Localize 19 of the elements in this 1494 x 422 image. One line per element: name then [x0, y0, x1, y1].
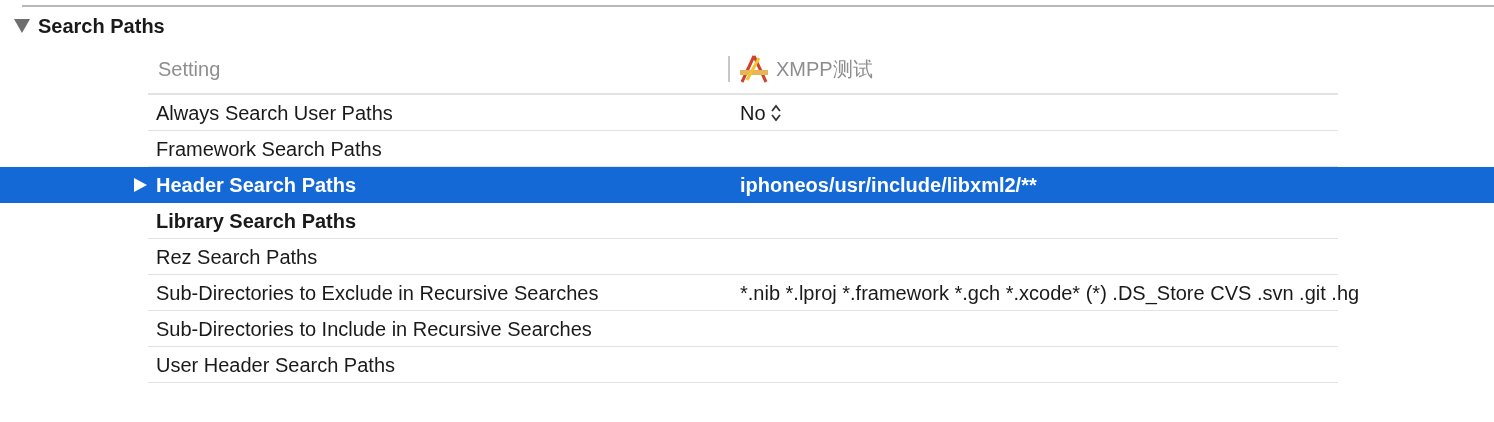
column-header: Setting	[158, 58, 221, 80]
disclosure-triangle-icon[interactable]	[134, 178, 147, 192]
section-title: Search Paths	[38, 14, 165, 39]
setting-name: Header Search Paths	[156, 174, 357, 196]
setting-name: Library Search Paths	[156, 209, 357, 232]
setting-name: Sub-Directories to Include in Recursive Searches	[156, 317, 592, 340]
setting-row[interactable]: Header Search Paths iphoneos/usr/include/libxml2/**	[0, 167, 1494, 203]
setting-name: User Header Search Paths	[156, 353, 395, 376]
setting-value: *.nib *.lproj *.framework *.gch *.xcode* (*) .DS_Store CVS .svn .git .hg	[740, 280, 1360, 307]
value-popup[interactable]: No	[740, 97, 782, 128]
disclosure-triangle-icon[interactable]	[14, 19, 30, 33]
setting-name: Sub-Directories to Exclude in Recursive Searches	[156, 281, 599, 304]
up-down-chevron-icon	[769, 103, 782, 122]
setting-name: Framework Search Paths	[156, 137, 382, 160]
setting-name: Always Search User Paths	[156, 101, 393, 124]
setting-value: iphoneos/usr/include/libxml2/**	[740, 173, 1037, 198]
setting-name: Rez Search Paths	[156, 245, 318, 268]
column-header: XMPP测试	[776, 57, 873, 82]
pencil-ruler-icon	[738, 54, 770, 84]
